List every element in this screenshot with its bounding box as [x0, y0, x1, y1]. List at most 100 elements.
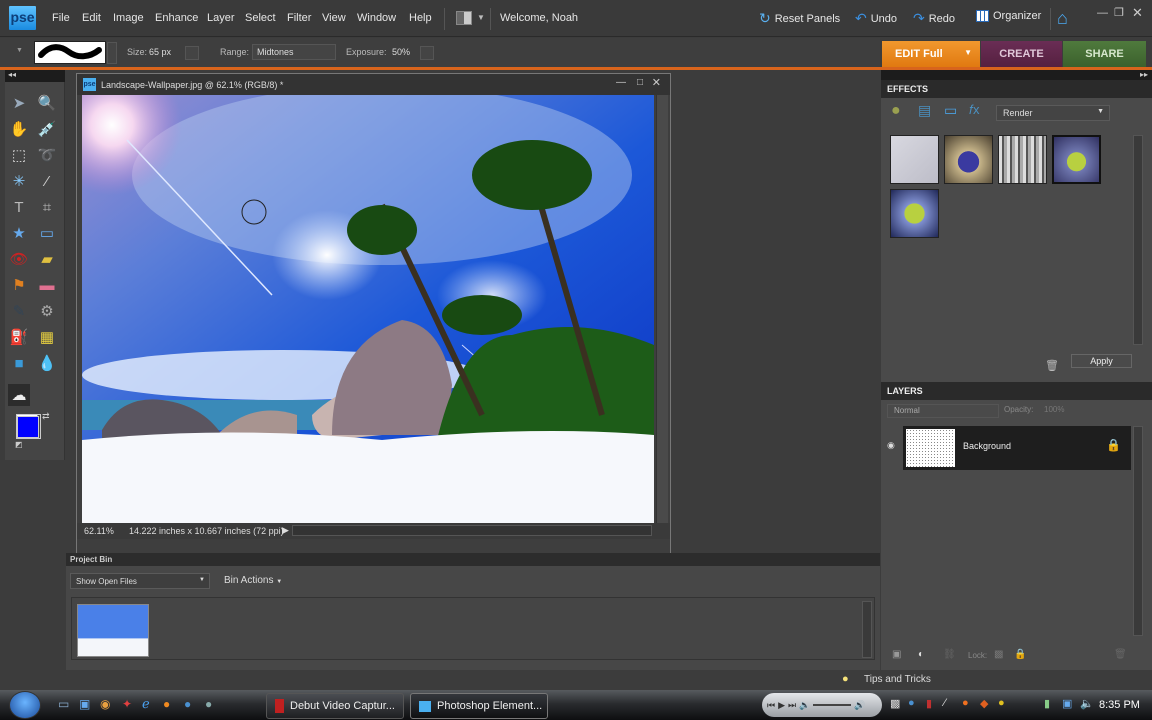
play-icon[interactable]: ▶: [778, 700, 785, 711]
brush-tool-icon[interactable]: ✎: [8, 300, 30, 322]
tab-share[interactable]: SHARE: [1063, 41, 1146, 68]
layer-styles-icon[interactable]: ▤: [918, 102, 931, 119]
clone-stamp-tool-icon[interactable]: ⚑: [8, 274, 30, 296]
menu-select[interactable]: Select: [245, 12, 276, 24]
network-icon[interactable]: ▣: [1062, 697, 1072, 710]
image-canvas[interactable]: [82, 95, 654, 525]
zoom-level[interactable]: 62.11%: [84, 526, 114, 536]
organizer-button[interactable]: Organizer: [976, 10, 1041, 22]
panel-collapse-handle[interactable]: ▸▸: [881, 70, 1152, 80]
horizontal-scrollbar[interactable]: [292, 525, 652, 536]
exposure-slider-dropdown[interactable]: [420, 46, 434, 60]
tray-icon-2[interactable]: ●: [908, 697, 915, 709]
layers-scrollbar[interactable]: [1133, 426, 1143, 636]
filters-icon[interactable]: ●: [891, 102, 901, 120]
media-center-icon[interactable]: ◉: [100, 697, 110, 711]
effects-scrollbar[interactable]: [1133, 135, 1143, 345]
straighten-tool-icon[interactable]: ▭: [36, 222, 58, 244]
effect-thumb-fibers[interactable]: [998, 135, 1047, 184]
speaker-icon[interactable]: 🔈: [1080, 697, 1094, 710]
tray-icon-7[interactable]: ●: [998, 697, 1005, 709]
swap-colors-icon[interactable]: ⇄: [42, 411, 50, 422]
toolbox-collapse-handle[interactable]: ◂◂: [5, 70, 65, 82]
power-icon[interactable]: ▮: [1044, 697, 1050, 710]
healing-brush-tool-icon[interactable]: ▰: [36, 248, 58, 270]
internet-explorer-icon[interactable]: ℯ: [142, 696, 150, 712]
redo-button[interactable]: ↷ Redo: [913, 10, 955, 27]
show-desktop-icon[interactable]: ▭: [58, 697, 69, 711]
brush-preview[interactable]: [34, 41, 106, 64]
taskbar-photoshop-elements[interactable]: Photoshop Element...: [410, 693, 548, 719]
smart-brush-tool-icon[interactable]: ⚙: [36, 300, 58, 322]
arrangement-icon[interactable]: [456, 11, 472, 25]
hand-tool-icon[interactable]: ✋: [8, 118, 30, 140]
bin-thumb-landscape-wallpaper[interactable]: [77, 604, 149, 657]
new-layer-icon[interactable]: ▣: [892, 649, 901, 660]
quick-selection-tool-icon[interactable]: ⁄: [36, 170, 58, 192]
crop-tool-icon[interactable]: ⌗: [36, 196, 58, 218]
visibility-eye-icon[interactable]: ◉: [887, 440, 895, 451]
effects-category-select[interactable]: Render ▼: [996, 105, 1110, 121]
gradient-tool-icon[interactable]: ▦: [36, 326, 58, 348]
menu-image[interactable]: Image: [113, 12, 144, 24]
tab-edit-full[interactable]: EDIT Full ▼: [882, 41, 980, 68]
vertical-scrollbar[interactable]: [656, 95, 668, 525]
bin-actions-menu[interactable]: Bin Actions ▼: [224, 575, 282, 586]
home-icon[interactable]: ⌂: [1057, 8, 1068, 29]
blur-tool-icon[interactable]: 💧: [36, 352, 58, 374]
effect-thumb-apple-spotlight[interactable]: [890, 189, 939, 238]
layer-name[interactable]: Background: [963, 441, 1011, 451]
menu-edit[interactable]: Edit: [82, 12, 101, 24]
reset-panels-button[interactable]: ↻ Reset Panels: [759, 10, 840, 27]
show-open-files-select[interactable]: Show Open Files ▼: [70, 573, 210, 589]
effect-thumb-clouds[interactable]: [890, 135, 939, 184]
menu-window[interactable]: Window: [357, 12, 396, 24]
size-value[interactable]: 65 px: [149, 47, 171, 57]
status-menu-arrow-icon[interactable]: ▶: [282, 525, 289, 536]
close-icon[interactable]: ✕: [1132, 5, 1143, 21]
photo-effects-icon[interactable]: ▭: [944, 102, 957, 119]
bin-scrollbar[interactable]: [862, 601, 872, 658]
blend-mode-select[interactable]: Normal: [887, 404, 999, 418]
arrangement-dropdown-icon[interactable]: ▼: [477, 13, 485, 22]
doc-close-icon[interactable]: ✕: [652, 76, 661, 89]
magic-wand-tool-icon[interactable]: ✳: [8, 170, 30, 192]
switch-windows-icon[interactable]: ▣: [79, 697, 90, 711]
menu-layer[interactable]: Layer: [207, 12, 235, 24]
move-tool-icon[interactable]: ➤: [8, 92, 30, 114]
marquee-tool-icon[interactable]: ⬚: [8, 144, 30, 166]
apply-button[interactable]: Apply: [1071, 354, 1132, 368]
tray-icon-5[interactable]: ●: [962, 697, 969, 709]
lasso-tool-icon[interactable]: ➰: [36, 144, 58, 166]
opacity-value[interactable]: 100%: [1044, 405, 1064, 414]
document-title-bar[interactable]: pse Landscape-Wallpaper.jpg @ 62.1% (RGB…: [77, 74, 670, 95]
quicklaunch-globe-icon[interactable]: ●: [205, 697, 212, 711]
menu-filter[interactable]: Filter: [287, 12, 311, 24]
tab-create[interactable]: CREATE: [981, 41, 1062, 68]
cookie-cutter-tool-icon[interactable]: ★: [8, 222, 30, 244]
zoom-tool-icon[interactable]: 🔍: [36, 92, 58, 114]
effect-thumb-lens-flare-apple[interactable]: [1052, 135, 1101, 184]
type-tool-icon[interactable]: T: [8, 196, 30, 218]
minimize-icon[interactable]: —: [1097, 7, 1108, 19]
foreground-color-swatch[interactable]: [17, 416, 39, 438]
layer-row-background[interactable]: Background 🔒: [903, 426, 1131, 470]
doc-minimize-icon[interactable]: —: [616, 77, 626, 88]
effect-thumb-blue-apple[interactable]: [944, 135, 993, 184]
adjustment-layer-icon[interactable]: ◐: [918, 649, 924, 660]
next-icon[interactable]: ⏭: [788, 700, 796, 711]
previous-icon[interactable]: ⏮: [767, 700, 775, 711]
range-select[interactable]: Midtones: [252, 44, 336, 60]
undo-button[interactable]: ↶ Undo: [855, 10, 897, 27]
tray-icon-1[interactable]: ▩: [890, 697, 900, 710]
tray-icon-4[interactable]: ⁄: [944, 697, 946, 709]
size-slider-dropdown[interactable]: [185, 46, 199, 60]
lock-all-icon[interactable]: 🔒: [1014, 649, 1026, 660]
restore-icon[interactable]: ❐: [1114, 6, 1124, 19]
red-eye-tool-icon[interactable]: 👁: [8, 248, 30, 270]
brush-picker-dropdown[interactable]: [107, 42, 117, 64]
eyedropper-tool-icon[interactable]: 💉: [36, 118, 58, 140]
shape-tool-icon[interactable]: ■: [8, 352, 30, 374]
link-layers-icon[interactable]: ⛓: [943, 649, 956, 660]
paint-bucket-tool-icon[interactable]: ⛽: [8, 326, 30, 348]
